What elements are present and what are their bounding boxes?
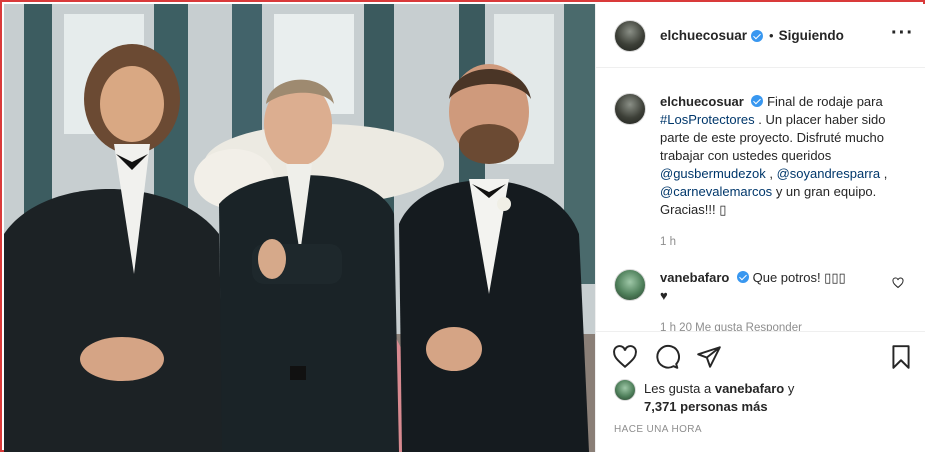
likes-prefix: Les gusta a [644,381,712,396]
comment-text: Que potros! ▯▯▯ [752,270,846,285]
likes-count[interactable]: 7,371 personas más [644,399,768,414]
comment-item: vanebafaro Que potros! ▯▯▯ ♥ 1 h 20 Me g… [614,269,908,331]
liker-avatar[interactable] [614,379,636,401]
caption-body: elchuecosuar Final de rodaje para #LosPr… [660,93,900,251]
post-photo[interactable] [4,4,595,452]
separator-dot: • [769,28,774,43]
caption-sep-2: , [880,166,888,181]
likes-text: Les gusta a vanebafaro y 7,371 personas … [644,380,794,416]
following-button[interactable]: Siguiendo [779,28,844,43]
caption-text-1: Final de rodaje para [767,94,883,109]
more-dots-icon[interactable]: ··· [891,22,914,45]
author-avatar[interactable] [614,19,646,52]
hashtag-link[interactable]: #LosProtectores [660,112,755,127]
comment-icon[interactable] [654,344,680,370]
share-icon[interactable] [696,344,722,370]
caption-avatar[interactable] [614,93,646,125]
photo-illustration [4,4,595,452]
post-header: elchuecosuar • Siguiendo ··· [596,4,925,68]
commenter-username[interactable]: vanebafaro [660,270,729,285]
heart-icon[interactable] [612,344,638,370]
liker-username[interactable]: vanebafaro [715,381,784,396]
bookmark-icon[interactable] [888,344,914,370]
black-heart-emoji: ♥ [660,288,668,303]
caption-time[interactable]: 1 h [660,233,900,251]
window-frame: elchuecosuar • Siguiendo ··· elchuecosua… [0,0,925,452]
comment-body: vanebafaro Que potros! ▯▯▯ ♥ 1 h 20 Me g… [660,269,900,331]
emoji-glyph: ▯ [719,202,727,217]
comments-section[interactable]: elchuecosuar Final de rodaje para #LosPr… [596,69,925,331]
actions-bar: Les gusta a vanebafaro y 7,371 personas … [596,331,925,454]
verified-icon [751,29,764,42]
caption-sep-1: , [765,166,773,181]
caption-username[interactable]: elchuecosuar [660,94,744,109]
action-icons [612,344,722,370]
comment-meta[interactable]: 1 h 20 Me gusta Responder [660,319,900,331]
likes-summary: Les gusta a vanebafaro y 7,371 personas … [614,379,794,416]
likes-suffix: y [787,381,795,396]
mention-link-1[interactable]: @gusbermudezok [660,166,766,181]
post-panel: elchuecosuar • Siguiendo ··· elchuecosua… [595,4,925,452]
like-comment-icon[interactable] [892,277,904,289]
mention-link-2[interactable]: @soyandresparra [777,166,881,181]
verified-icon [737,271,749,283]
author-username[interactable]: elchuecosuar [660,28,747,43]
verified-icon [751,95,764,107]
caption: elchuecosuar Final de rodaje para #LosPr… [614,93,908,251]
commenter-avatar[interactable] [614,269,646,301]
mention-link-3[interactable]: @carnevalemarcos [660,184,772,199]
post-timestamp[interactable]: HACE UNA HORA [614,424,702,435]
